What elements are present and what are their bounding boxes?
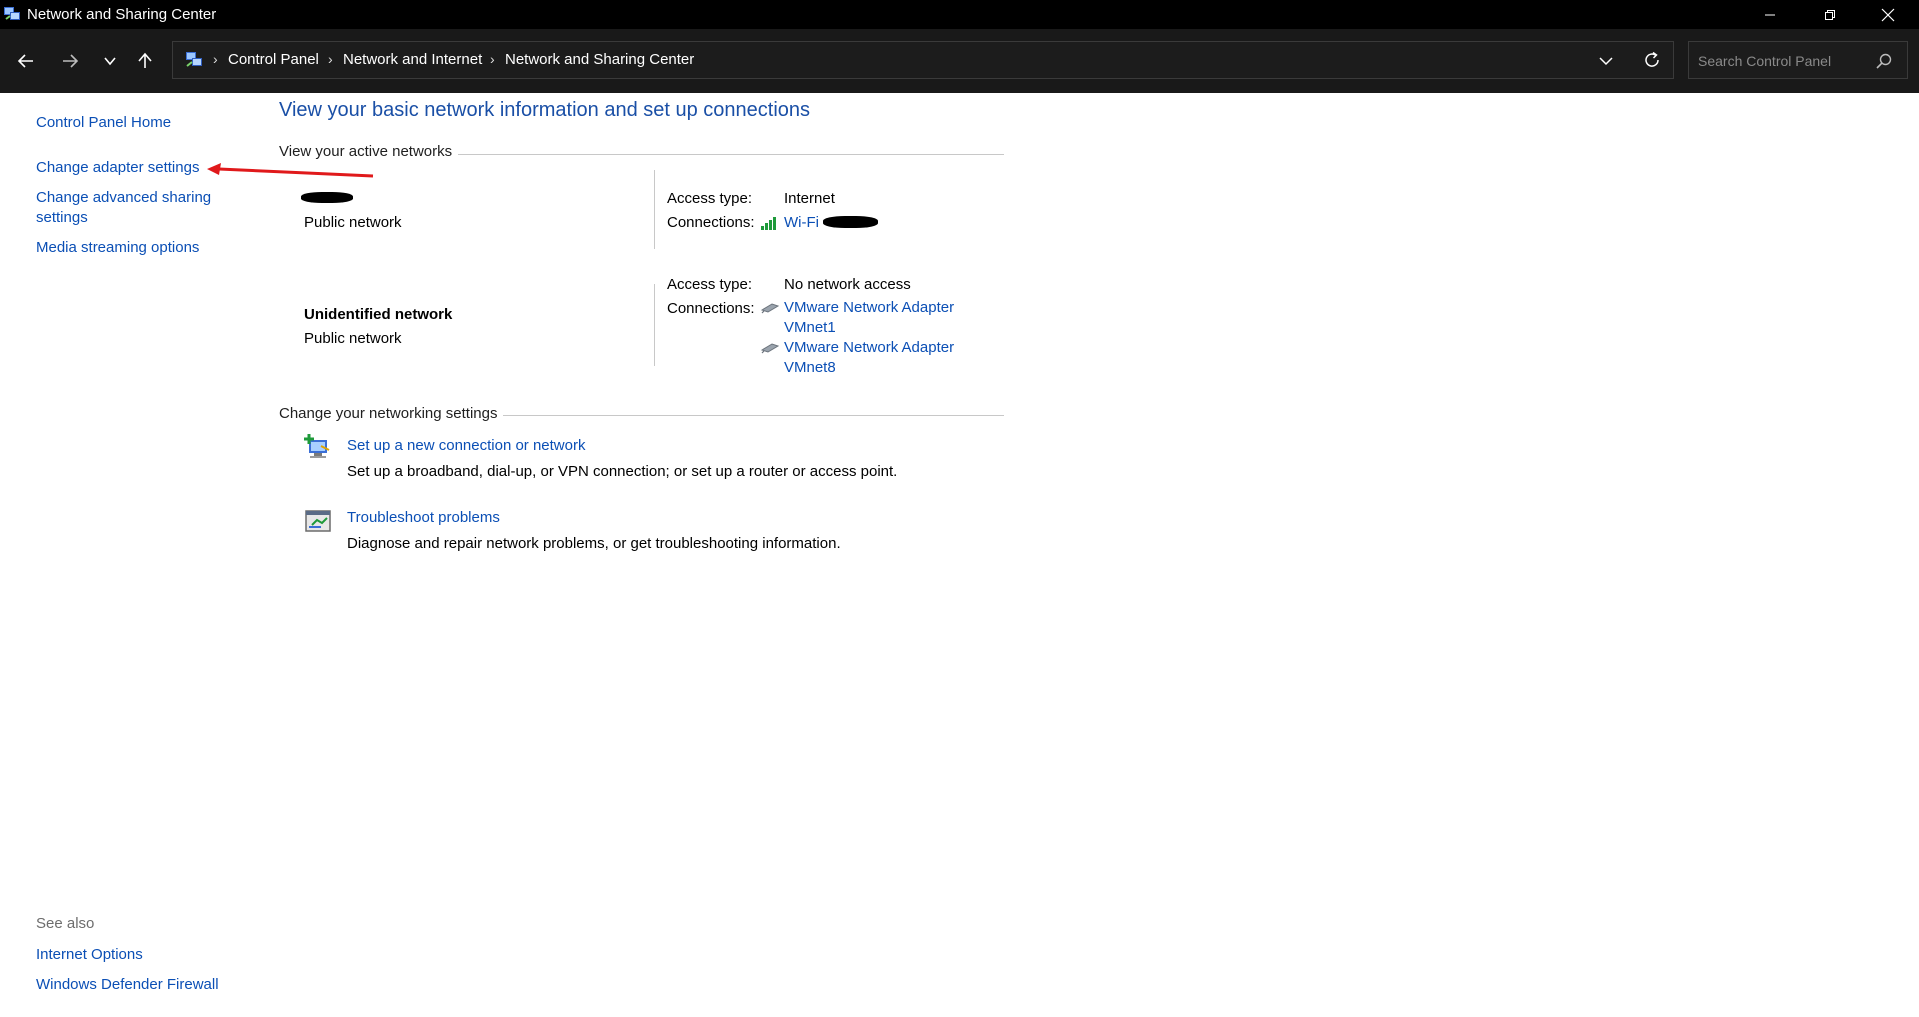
network-divider — [654, 284, 655, 366]
arrow-up-icon — [138, 52, 152, 68]
link-line: VMnet1 — [784, 319, 836, 336]
chevron-down-icon — [104, 57, 116, 66]
title-bar: Network and Sharing Center — [0, 0, 1919, 29]
link-line: VMnet8 — [784, 359, 836, 376]
minimize-button[interactable] — [1740, 0, 1800, 29]
connections-label: Connections: — [667, 214, 755, 231]
close-button[interactable] — [1858, 0, 1918, 29]
network-sharing-app-icon — [4, 7, 20, 20]
annotation-arrow — [207, 163, 374, 178]
search-placeholder: Search Control Panel — [1698, 53, 1832, 69]
breadcrumb-separator[interactable]: › — [213, 51, 218, 67]
wifi-connection-link[interactable]: Wi-Fi — [784, 213, 819, 233]
vmnet8-connection-link[interactable]: VMware Network Adapter VMnet8 — [784, 338, 954, 378]
network-divider — [654, 170, 655, 249]
restore-icon — [1825, 9, 1835, 20]
internet-options-link[interactable]: Internet Options — [36, 945, 143, 965]
see-also-heading: See also — [36, 915, 95, 932]
restore-button[interactable] — [1800, 0, 1860, 29]
troubleshoot-problems-link[interactable]: Troubleshoot problems — [347, 509, 500, 526]
network-name: Unidentified network — [304, 306, 453, 323]
wifi-signal-icon — [761, 217, 776, 230]
forward-button[interactable] — [56, 47, 84, 75]
setup-new-connection-description: Set up a broadband, dial-up, or VPN conn… — [347, 463, 898, 480]
vmnet1-connection-link[interactable]: VMware Network Adapter VMnet1 — [784, 298, 954, 338]
close-icon — [1881, 8, 1895, 21]
page-title: View your basic network information and … — [279, 99, 811, 121]
network-category: Public network — [304, 330, 402, 347]
breadcrumb-separator[interactable]: › — [328, 51, 333, 67]
troubleshoot-problems-description: Diagnose and repair network problems, or… — [347, 535, 841, 552]
back-button[interactable] — [12, 47, 40, 75]
access-type-label: Access type: — [667, 276, 753, 293]
access-type-value: No network access — [784, 276, 911, 293]
troubleshoot-icon — [305, 510, 331, 532]
ethernet-adapter-icon — [760, 343, 780, 354]
active-networks-heading: View your active networks — [279, 143, 459, 160]
minimize-icon — [1765, 14, 1775, 15]
redaction-mark — [301, 192, 353, 203]
refresh-icon[interactable] — [1642, 50, 1662, 70]
breadcrumb-control-panel[interactable]: Control Panel — [228, 51, 319, 68]
link-line: VMware Network Adapter — [784, 299, 955, 316]
recent-locations-button[interactable] — [96, 47, 124, 75]
navigation-bar: › Control Panel › Network and Internet ›… — [0, 29, 1919, 93]
search-icon[interactable] — [1875, 52, 1893, 70]
setup-new-connection-link[interactable]: Set up a new connection or network — [347, 437, 585, 454]
control-panel-home-link[interactable]: Control Panel Home — [36, 113, 171, 133]
arrow-left-icon — [17, 54, 33, 68]
media-streaming-options-link[interactable]: Media streaming options — [36, 238, 199, 258]
access-type-value: Internet — [784, 190, 835, 207]
change-adapter-settings-link[interactable]: Change adapter settings — [36, 158, 199, 178]
breadcrumb-network-and-internet[interactable]: Network and Internet — [343, 51, 482, 68]
window-title: Network and Sharing Center — [27, 6, 217, 23]
redaction-mark — [823, 216, 878, 228]
windows-defender-firewall-link[interactable]: Windows Defender Firewall — [36, 975, 219, 995]
new-connection-icon — [304, 434, 330, 458]
up-button[interactable] — [131, 47, 159, 75]
connections-label: Connections: — [667, 300, 755, 317]
arrow-right-icon — [63, 54, 79, 68]
control-panel-icon — [186, 52, 202, 67]
chevron-down-icon[interactable] — [1597, 52, 1615, 70]
link-line: settings — [36, 209, 88, 226]
link-line: Change advanced sharing — [36, 189, 212, 206]
breadcrumb-network-and-sharing-center[interactable]: Network and Sharing Center — [505, 51, 694, 68]
search-input[interactable]: Search Control Panel — [1688, 41, 1908, 79]
networking-settings-heading: Change your networking settings — [279, 405, 504, 422]
ethernet-adapter-icon — [760, 303, 780, 314]
address-bar[interactable]: › Control Panel › Network and Internet ›… — [172, 41, 1674, 79]
access-type-label: Access type: — [667, 190, 753, 207]
link-line: VMware Network Adapter — [784, 339, 955, 356]
change-advanced-sharing-settings-link[interactable]: Change advanced sharing settings — [36, 188, 211, 228]
breadcrumb-separator[interactable]: › — [490, 51, 495, 67]
network-category: Public network — [304, 214, 402, 231]
